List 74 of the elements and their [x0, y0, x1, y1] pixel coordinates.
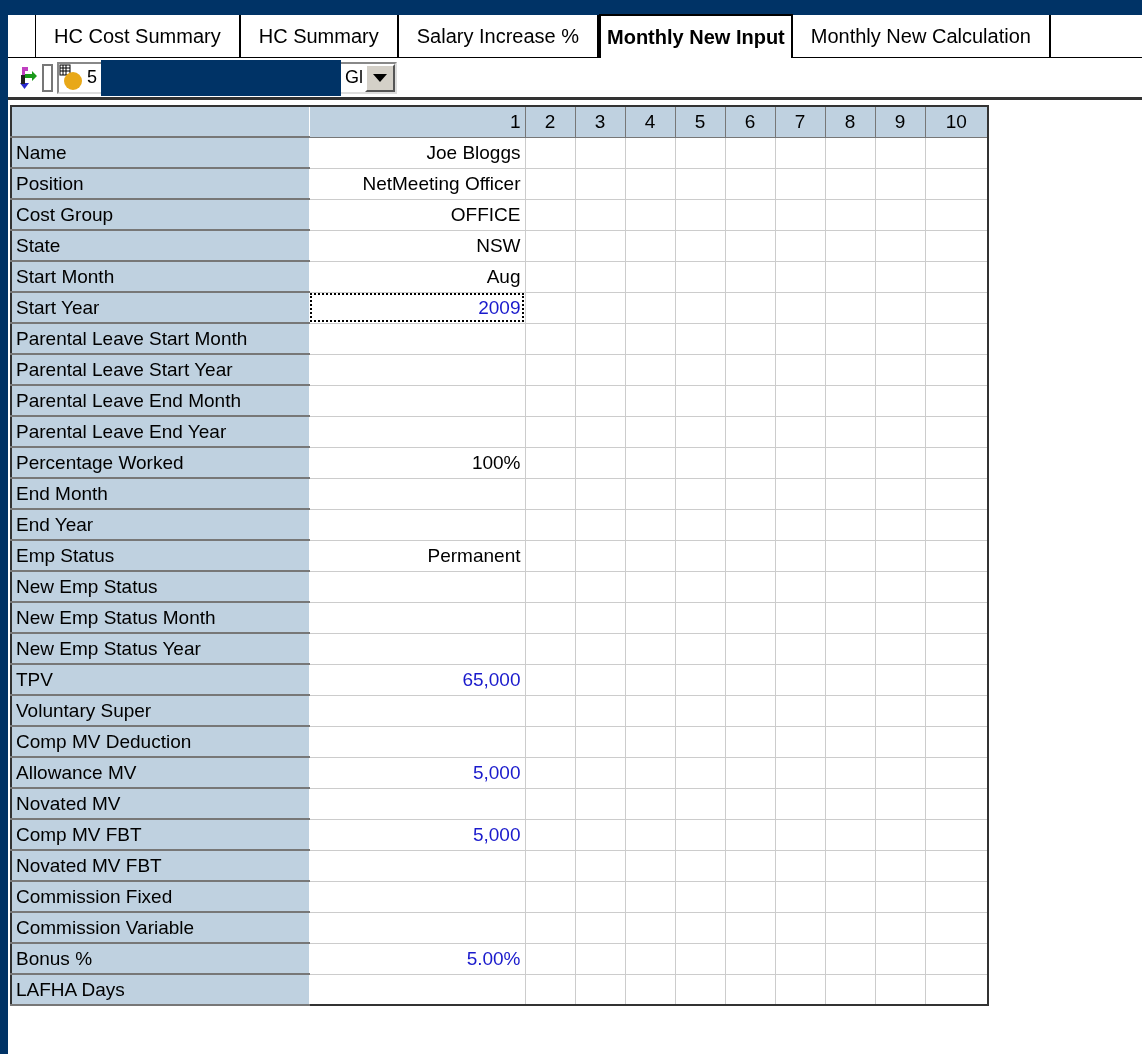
row-header: Name [11, 137, 309, 168]
tab[interactable]: Monthly New Input [599, 14, 793, 58]
table-cell[interactable]: Aug [309, 261, 525, 292]
column-header: 10 [925, 106, 988, 137]
table-cell[interactable] [309, 416, 525, 447]
dropdown-value: Gl [345, 67, 364, 88]
row-header: State [11, 230, 309, 261]
column-header: 3 [575, 106, 625, 137]
row-header: New Emp Status [11, 571, 309, 602]
table-cell[interactable] [309, 478, 525, 509]
tab[interactable]: HC Cost Summary [35, 15, 241, 57]
column-header: 7 [775, 106, 825, 137]
row-header: Start Year [11, 292, 309, 323]
row-header: End Month [11, 478, 309, 509]
row-header: New Emp Status Year [11, 633, 309, 664]
row-header: LAFHA Days [11, 974, 309, 1005]
table-cell[interactable] [309, 633, 525, 664]
row-header: Allowance MV [11, 757, 309, 788]
splitter-handle[interactable] [42, 63, 53, 92]
table-cell[interactable]: Joe Bloggs [309, 137, 525, 168]
table-cell[interactable] [309, 602, 525, 633]
row-header: Parental Leave End Month [11, 385, 309, 416]
table-cell[interactable]: 5,000 [309, 819, 525, 850]
row-header: Position [11, 168, 309, 199]
row-header: Bonus % [11, 943, 309, 974]
row-header: New Emp Status Month [11, 602, 309, 633]
table-cell[interactable]: NSW [309, 230, 525, 261]
table-cell[interactable]: 2009 [309, 292, 525, 323]
table-cell[interactable] [309, 571, 525, 602]
table-cell[interactable]: Permanent [309, 540, 525, 571]
row-header: Start Month [11, 261, 309, 292]
row-header: Cost Group [11, 199, 309, 230]
column-header: 2 [525, 106, 575, 137]
table-cell[interactable]: 100% [309, 447, 525, 478]
column-header: 5 [675, 106, 725, 137]
row-header: TPV [11, 664, 309, 695]
row-header: Percentage Worked [11, 447, 309, 478]
row-header: Commission Fixed [11, 881, 309, 912]
table-cell[interactable] [309, 788, 525, 819]
table-cell[interactable] [309, 726, 525, 757]
table-cell[interactable]: 65,000 [309, 664, 525, 695]
table-cell[interactable] [309, 695, 525, 726]
row-header: Commission Variable [11, 912, 309, 943]
table-cell[interactable] [309, 354, 525, 385]
table-cell[interactable] [309, 385, 525, 416]
dropdown-arrow-button[interactable] [365, 63, 395, 92]
dropdown-field[interactable]: 5 Gl [57, 61, 397, 94]
table-cell[interactable]: NetMeeting Officer [309, 168, 525, 199]
row-header: Parental Leave Start Month [11, 323, 309, 354]
column-header: 6 [725, 106, 775, 137]
caret-icon [373, 73, 387, 82]
table-cell[interactable]: 5.00% [309, 943, 525, 974]
row-header: Comp MV Deduction [11, 726, 309, 757]
column-header: 4 [625, 106, 675, 137]
column-header: 8 [825, 106, 875, 137]
row-header: Emp Status [11, 540, 309, 571]
table-cell[interactable]: OFFICE [309, 199, 525, 230]
column-header: 1 [309, 106, 525, 137]
grid-ball-icon [59, 63, 85, 92]
row-header: Novated MV FBT [11, 850, 309, 881]
row-header: Novated MV [11, 788, 309, 819]
table-cell[interactable] [309, 323, 525, 354]
row-header: Voluntary Super [11, 695, 309, 726]
column-header: 9 [875, 106, 925, 137]
table-cell[interactable]: 5,000 [309, 757, 525, 788]
table-cell[interactable] [309, 912, 525, 943]
row-header: Parental Leave End Year [11, 416, 309, 447]
dropdown-value: 5 [86, 67, 97, 88]
row-header: Parental Leave Start Year [11, 354, 309, 385]
table-cell[interactable] [309, 850, 525, 881]
row-header: End Year [11, 509, 309, 540]
row-header: Comp MV FBT [11, 819, 309, 850]
table-cell[interactable] [309, 509, 525, 540]
table-cell[interactable] [309, 881, 525, 912]
